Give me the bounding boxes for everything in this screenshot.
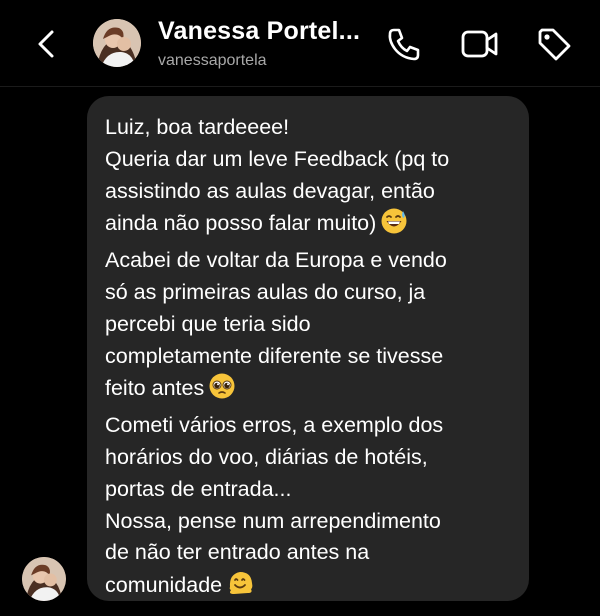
message-line: Luiz, boa tardeeee! (105, 115, 290, 139)
chevron-left-icon (38, 30, 54, 58)
tag-icon (538, 28, 571, 61)
back-button[interactable] (30, 24, 66, 64)
message-line-with-emoji: feito antes (105, 372, 515, 410)
label-button[interactable] (534, 24, 574, 64)
message-line: de não ter entrado antes na (105, 540, 370, 565)
message-line: assistindo as aulas devagar, então (105, 178, 435, 203)
message-line: só as primeiras aulas do curso, ja (105, 279, 426, 304)
message-line: Nossa, pense num arrependimento (105, 508, 441, 533)
sender-avatar[interactable] (22, 557, 66, 601)
contact-username: vanessaportela (158, 52, 267, 69)
message-line: Cometi vários erros, a exemplo dos (105, 413, 444, 438)
message-line: percebi que teria sido (105, 311, 311, 336)
message-line: Acabei de voltar da Europa e vendo (105, 248, 447, 273)
message-line: Queria dar um leve Feedback (pq to (105, 146, 450, 171)
video-camera-icon (461, 30, 498, 58)
melting-face-emoji (226, 569, 256, 607)
avatar[interactable] (93, 19, 141, 67)
grinning-sweat-emoji (380, 207, 408, 245)
message-line-with-emoji: ainda não posso falar muito) (105, 207, 515, 245)
message-line-with-emoji: comunidade (105, 569, 515, 607)
message-line-text: ainda não posso falar muito) (105, 211, 377, 236)
message-bubble[interactable]: Luiz, boa tardeeee! Queria dar um leve F… (87, 96, 529, 601)
message-line: horários do voo, diárias de hotéis, (105, 444, 428, 469)
message-line-text: comunidade (105, 573, 223, 598)
message-line: portas de entrada... (105, 476, 292, 501)
pleading-face-emoji (208, 372, 236, 410)
video-call-button[interactable] (458, 24, 498, 64)
contact-name[interactable]: Vanessa Portel... (158, 17, 360, 46)
voice-call-button[interactable] (384, 24, 424, 64)
message-line-text: feito antes (105, 376, 205, 401)
chat-header: Vanessa Portel... vanessaportela (0, 0, 600, 87)
phone-icon (388, 28, 420, 61)
message-line: completamente diferente se tivesse (105, 343, 444, 368)
